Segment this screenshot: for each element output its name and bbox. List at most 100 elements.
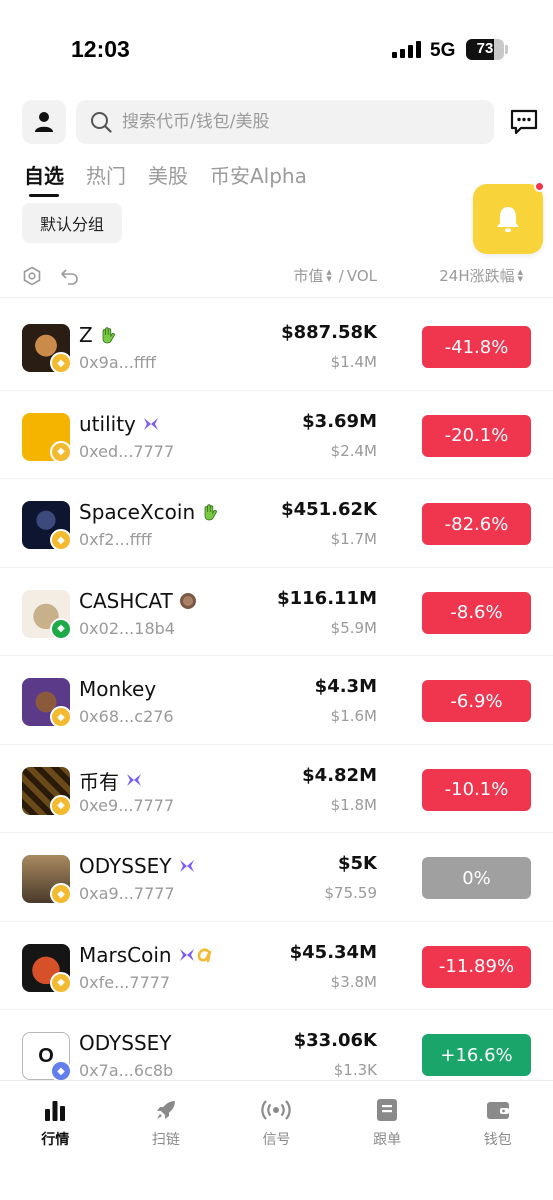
token-address: 0xe9...7777 — [79, 795, 175, 815]
volume: $3.8M — [330, 972, 377, 991]
battery-level: 73 — [476, 40, 494, 57]
nav-label: 跟单 — [373, 1132, 402, 1148]
market-cap: $3.69M — [302, 410, 377, 432]
market-cap: $451.62K — [281, 499, 377, 520]
token-row[interactable]: ◆ CASHCAT 0x02...18b4 $116.11M $5.9M -8.… — [0, 568, 553, 656]
token-address: 0x68...c276 — [79, 707, 174, 726]
broadcast-icon — [261, 1097, 292, 1123]
nav-copy-trade[interactable]: 跟单 — [332, 1081, 443, 1200]
search-bar[interactable] — [76, 100, 494, 144]
token-name-line: SpaceXcoin — [79, 500, 219, 524]
undo-icon[interactable] — [60, 266, 80, 286]
message-icon — [510, 109, 538, 135]
token-address: 0xfe...7777 — [79, 972, 171, 992]
chain-badge-icon: ◆ — [50, 794, 72, 817]
change-badge[interactable]: -8.6% — [422, 591, 531, 634]
status-bar: 12:03 5G 73 — [0, 0, 553, 100]
search-icon — [90, 111, 112, 133]
volume: $2.4M — [330, 441, 377, 460]
tab-hot[interactable]: 热门 — [86, 160, 126, 195]
token-address: 0x7a...6c8b — [79, 1061, 174, 1080]
messages-button[interactable] — [508, 106, 540, 138]
battery-cap — [505, 45, 508, 54]
vol-label: VOL — [346, 266, 377, 285]
butterfly-icon — [125, 772, 143, 788]
nav-label: 扫链 — [151, 1132, 180, 1148]
token-name: SpaceXcoin — [79, 500, 196, 524]
market-cap: $4.3M — [314, 676, 377, 697]
chart-bars-icon — [43, 1097, 67, 1123]
nav-wallet[interactable]: 钱包 — [442, 1081, 553, 1200]
token-address: 0xf2...ffff — [79, 530, 152, 549]
change-badge[interactable]: -20.1% — [422, 414, 531, 457]
token-address: 0xa9...7777 — [79, 884, 175, 903]
default-group-button[interactable]: 默认分组 — [22, 203, 123, 243]
tab-us-stocks[interactable]: 美股 — [148, 160, 188, 195]
chain-badge-icon: ◆ — [50, 440, 72, 463]
chain-badge-icon: ◆ — [50, 971, 72, 994]
token-row[interactable]: ◆ 币有 0xe9...7777 $4.82M $1.8M -10.1% — [0, 745, 553, 833]
token-row[interactable]: ◆ MarsCoin 0xfe...7777 $45.34M $3.8M -11… — [0, 922, 553, 1010]
document-icon — [376, 1097, 398, 1123]
token-row[interactable]: ◆ ODYSSEY 0xa9...7777 $5K $75.59 0% — [0, 833, 553, 922]
change-badge[interactable]: -41.8% — [422, 326, 531, 368]
profile-button[interactable] — [22, 100, 66, 144]
change-badge[interactable]: 0% — [422, 857, 531, 899]
change-badge[interactable]: -82.6% — [422, 503, 531, 545]
volume: $1.3K — [333, 1061, 377, 1079]
nav-scan[interactable]: 扫链 — [111, 1081, 222, 1200]
nav-market[interactable]: 行情 — [0, 1081, 111, 1200]
mcap-vol-sort[interactable]: 市值 ▲ ▼ / VOL — [293, 265, 377, 286]
token-name: Monkey — [79, 677, 157, 701]
coin-icon — [179, 592, 197, 610]
market-cap: $45.34M — [289, 941, 377, 963]
change-badge[interactable]: -11.89% — [422, 945, 531, 988]
change-badge[interactable]: -10.1% — [422, 768, 531, 811]
volume: $1.8M — [330, 795, 377, 814]
token-name: ODYSSEY — [79, 1031, 172, 1055]
token-name-line: MarsCoin — [79, 943, 214, 967]
separator: / — [338, 266, 344, 285]
token-name-line: Z — [79, 323, 117, 347]
change-badge[interactable]: -6.9% — [422, 680, 531, 722]
change-sort[interactable]: 24H涨跌幅 ▲ ▼ — [439, 265, 523, 286]
column-header: 市值 ▲ ▼ / VOL 24H涨跌幅 ▲ ▼ — [0, 258, 553, 298]
token-row[interactable]: O ◆ ODYSSEY 0x7a...6c8b $33.06K $1.3K +1… — [0, 1010, 553, 1082]
token-name: 币有 — [79, 769, 119, 794]
tab-binance-alpha[interactable]: 币安Alpha — [210, 160, 307, 195]
chain-badge-icon: ◆ — [50, 529, 72, 551]
chain-badge-icon: ◆ — [50, 706, 72, 728]
token-row[interactable]: ◆ SpaceXcoin 0xf2...ffff $451.62K $1.7M … — [0, 479, 553, 568]
token-name-line: ODYSSEY — [79, 854, 196, 878]
token-row[interactable]: ◆ Z 0x9a...ffff $887.58K $1.4M -41.8% — [0, 302, 553, 391]
market-cap: $4.82M — [302, 764, 377, 786]
token-name: Z — [79, 323, 93, 347]
search-input[interactable] — [122, 112, 462, 132]
change-badge[interactable]: +16.6% — [422, 1034, 531, 1076]
token-name: MarsCoin — [79, 942, 172, 967]
settings-hex-icon[interactable] — [22, 266, 42, 286]
volume: $75.59 — [324, 884, 378, 902]
chain-badge-icon: ◆ — [50, 617, 72, 640]
bottom-nav: 行情 扫链 信号 跟单 钱包 — [0, 1080, 553, 1200]
market-cap: $116.11M — [277, 587, 377, 609]
market-tabs: 自选 热门 美股 币安Alpha — [24, 160, 307, 197]
token-name-line: ODYSSEY — [79, 1031, 172, 1055]
network-type: 5G — [430, 40, 456, 61]
token-row[interactable]: ◆ utility 0xed...7777 $3.69M $2.4M -20.1… — [0, 391, 553, 479]
alerts-button[interactable] — [473, 184, 543, 254]
waving-hand-icon — [201, 503, 219, 521]
token-name-line: utility — [79, 412, 160, 436]
butterfly-icon — [142, 416, 160, 432]
chain-badge-icon: ◆ — [50, 352, 72, 374]
volume: $1.7M — [330, 530, 377, 548]
token-name-line: 币有 — [79, 766, 143, 795]
signal-icon — [392, 41, 421, 58]
token-row[interactable]: ◆ Monkey 0x68...c276 $4.3M $1.6M -6.9% — [0, 656, 553, 745]
tab-watchlist[interactable]: 自选 — [24, 160, 64, 197]
nav-signal[interactable]: 信号 — [221, 1081, 332, 1200]
chain-badge-icon: ◆ — [50, 1060, 72, 1082]
status-time: 12:03 — [71, 36, 130, 62]
token-address: 0x9a...ffff — [79, 353, 156, 372]
chain-badge-icon: ◆ — [50, 883, 72, 905]
